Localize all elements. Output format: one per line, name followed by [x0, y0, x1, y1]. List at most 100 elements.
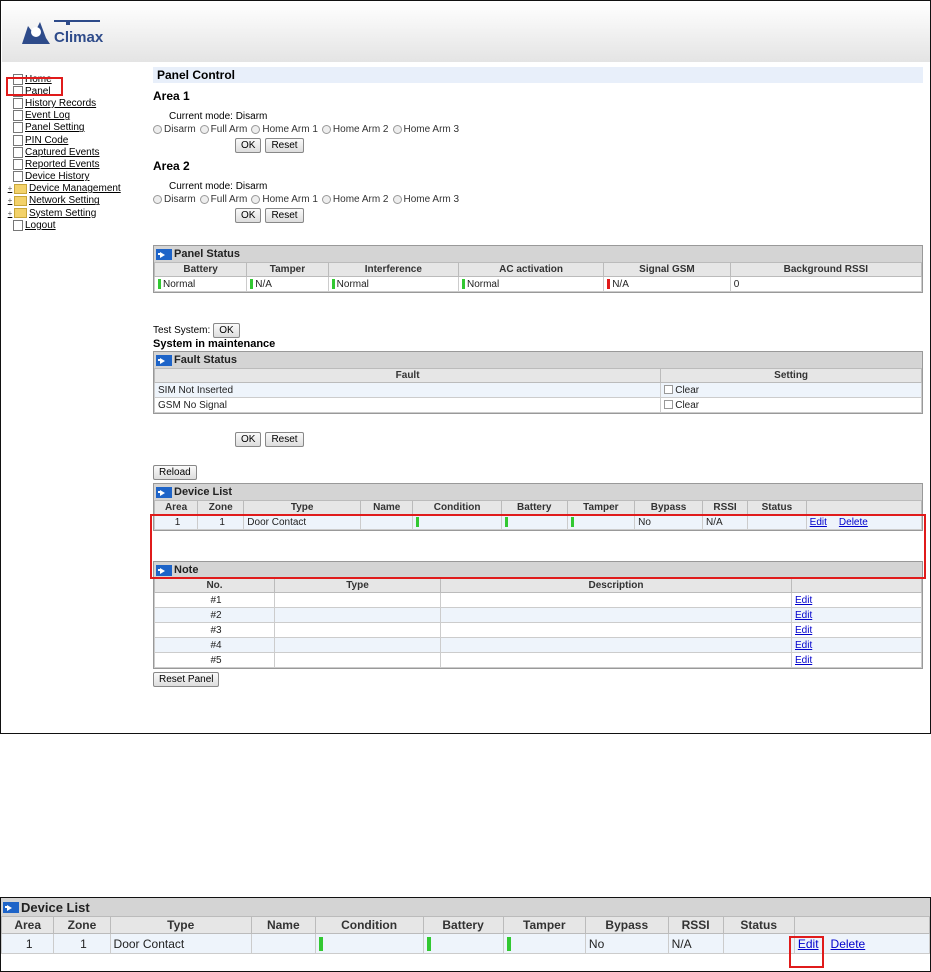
status-indicator-icon — [607, 278, 611, 289]
device-header: RSSI — [667, 916, 724, 934]
folder-icon — [14, 208, 27, 219]
panel-highlight-box — [6, 77, 63, 96]
device-header: Name — [360, 500, 414, 515]
radio-icon[interactable] — [199, 195, 209, 204]
table-row: #1 Edit — [154, 592, 922, 608]
device-header: Battery — [422, 916, 504, 934]
edit-link[interactable]: Edit — [795, 610, 812, 621]
reset-panel-button[interactable]: Reset Panel — [153, 672, 220, 687]
radio-icon[interactable] — [392, 195, 402, 204]
test-ok-button[interactable]: OK — [213, 323, 240, 338]
radio-icon[interactable] — [251, 125, 261, 134]
sidebar-item-label: Panel Setting — [25, 122, 85, 134]
note-header: Description — [440, 578, 792, 593]
page-icon — [13, 110, 23, 122]
reset-button[interactable]: Reset — [265, 208, 304, 223]
folder-icon — [14, 183, 27, 194]
brand-name: Climax — [54, 29, 104, 46]
sidebar-item-device-management[interactable]: + Device Management — [6, 183, 146, 195]
ok-button[interactable]: OK — [235, 208, 262, 223]
edit-highlight-box — [789, 936, 824, 968]
device-header: Bypass — [584, 916, 669, 934]
arrow-icon — [156, 486, 172, 498]
radio-full-arm[interactable]: Full Arm — [199, 194, 247, 205]
sidebar-item-event-log[interactable]: Event Log — [6, 110, 146, 122]
arrow-icon — [156, 248, 172, 260]
device-header — [793, 916, 931, 934]
radio-disarm[interactable]: Disarm — [153, 194, 196, 205]
device-header: Area — [0, 916, 55, 934]
device-header: Bypass — [634, 500, 703, 515]
fault-status-title: Fault Status — [174, 354, 237, 366]
radio-home-arm-2[interactable]: Home Arm 2 — [321, 194, 389, 205]
edit-link[interactable]: Edit — [795, 625, 812, 636]
status-indicator-icon — [250, 278, 254, 289]
device-list-zoom: Device List Area Zone Type Name Condition Bat… — [0, 897, 931, 972]
device-header: Battery — [500, 500, 568, 515]
maintenance-label: System in maintenance — [153, 338, 276, 350]
radio-icon[interactable] — [321, 125, 331, 134]
area-2-section: Area 2 Current mode: Disarm Disarm Full A… — [153, 159, 923, 223]
page-icon — [13, 122, 23, 134]
note-header: No. — [154, 578, 275, 593]
radio-home-arm-1[interactable]: Home Arm 1 — [251, 124, 318, 135]
device-header: Status — [747, 500, 807, 515]
sidebar-item-system-setting[interactable]: + System Setting — [6, 207, 146, 219]
reset-button[interactable]: Reset — [265, 138, 304, 153]
radio-home-arm-1[interactable]: Home Arm 1 — [251, 194, 318, 205]
delete-link[interactable]: Delete — [831, 937, 866, 951]
status-header: Interference — [327, 262, 459, 277]
radio-icon[interactable] — [392, 125, 402, 134]
device-header: Tamper — [502, 916, 586, 934]
test-system-label: Test System: — [153, 325, 211, 336]
device-header: Area — [153, 500, 199, 515]
sidebar-item-history-records[interactable]: History Records — [6, 97, 146, 109]
status-header: Battery — [153, 262, 248, 277]
device-header: Type — [109, 916, 252, 934]
setting-header: Setting — [660, 368, 922, 383]
reload-button[interactable]: Reload — [153, 465, 197, 480]
radio-home-arm-3[interactable]: Home Arm 3 — [392, 194, 459, 205]
radio-full-arm[interactable]: Full Arm — [199, 124, 247, 135]
expand-icon[interactable]: + — [6, 209, 14, 218]
device-header: Condition — [314, 916, 424, 934]
radio-icon[interactable] — [321, 195, 331, 204]
sidebar-item-reported-events[interactable]: Reported Events — [6, 158, 146, 170]
radio-icon[interactable] — [251, 195, 261, 204]
radio-disarm[interactable]: Disarm — [153, 124, 196, 135]
radio-home-arm-3[interactable]: Home Arm 3 — [392, 124, 459, 135]
edit-link[interactable]: Edit — [795, 640, 812, 651]
table-row: #2 Edit — [154, 607, 922, 623]
status-indicator-icon — [318, 936, 323, 951]
fault-table: Fault Setting SIM Not Inserted Clear GSM N… — [153, 368, 922, 413]
status-indicator-icon — [158, 278, 161, 289]
fault-reset-button[interactable]: Reset — [265, 432, 304, 447]
radio-icon[interactable] — [199, 125, 209, 134]
ok-button[interactable]: OK — [235, 138, 262, 153]
fault-ok-button[interactable]: OK — [235, 432, 262, 447]
status-value: N/A — [603, 276, 731, 292]
sidebar-item-label: PIN Code — [25, 134, 69, 146]
table-row: #3 Edit — [154, 622, 922, 638]
edit-link[interactable]: Edit — [795, 595, 812, 606]
sidebar-item-captured-events[interactable]: Captured Events — [6, 146, 146, 158]
clear-checkbox[interactable] — [664, 400, 674, 410]
expand-icon[interactable]: + — [6, 184, 14, 193]
area-title: Area 1 — [153, 89, 190, 103]
expand-icon[interactable]: + — [6, 196, 14, 205]
radio-icon[interactable] — [153, 125, 162, 134]
sidebar-item-device-history[interactable]: Device History — [6, 171, 146, 183]
sidebar-item-panel-setting[interactable]: Panel Setting — [6, 122, 146, 134]
status-header: Background RSSI — [729, 262, 923, 277]
sidebar-item-logout[interactable]: Logout — [6, 219, 146, 231]
area-1-section: Area 1 Current mode: Disarm Disarm Full A… — [153, 89, 923, 153]
clear-checkbox[interactable] — [664, 385, 674, 395]
edit-link[interactable]: Edit — [795, 655, 812, 666]
radio-icon[interactable] — [153, 195, 162, 204]
arrow-icon — [156, 354, 172, 366]
status-value: Normal — [153, 276, 248, 292]
sidebar-item-pin-code[interactable]: PIN Code — [6, 134, 146, 146]
device-header: Type — [243, 500, 362, 515]
radio-home-arm-2[interactable]: Home Arm 2 — [321, 124, 389, 135]
sidebar-item-network-setting[interactable]: + Network Setting — [6, 195, 146, 207]
